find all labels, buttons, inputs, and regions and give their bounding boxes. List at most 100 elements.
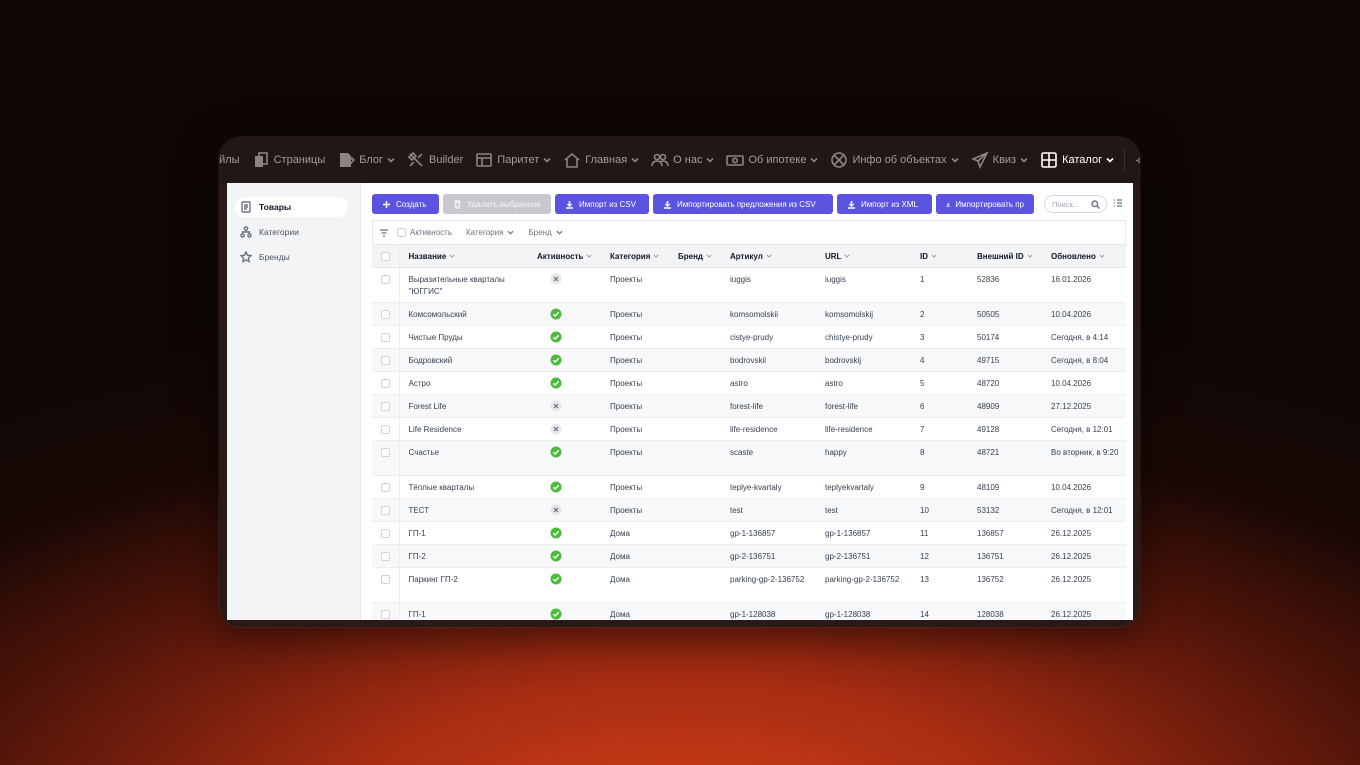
- sku-value: gp-1-136857: [730, 529, 776, 538]
- cell-updated: 10.04.2026: [1042, 302, 1126, 326]
- nav-item-catalog[interactable]: Каталог: [1034, 137, 1120, 183]
- nav-item-paritet[interactable]: Паритет: [469, 137, 557, 183]
- nav-item-builder[interactable]: Builder: [401, 137, 469, 183]
- cell-activity: [528, 498, 601, 522]
- import-offers-csv-button[interactable]: Импортировать предложения из CSV: [653, 194, 833, 214]
- table-row[interactable]: ГП-1 Дома gp-1-128038 gp-1-128038 14 128038 26…: [372, 602, 1126, 620]
- table-row[interactable]: Forest Life Проекты forest-life forest-life…: [372, 394, 1126, 418]
- cell-brand: [669, 475, 721, 499]
- column-header-updated[interactable]: Обновлено: [1042, 244, 1126, 268]
- cell-sku: komsomolskii: [721, 302, 816, 326]
- row-checkbox[interactable]: [381, 506, 390, 515]
- table-row[interactable]: Паркинг ГП-2 Дома parking-gp-2-136752 parki…: [372, 567, 1126, 603]
- table-row[interactable]: Выразительные кварталы "ЮГГИС" Проекты iug…: [372, 267, 1126, 303]
- inactive-x-icon: [550, 504, 562, 516]
- nav-item-home[interactable]: Главная: [557, 137, 645, 183]
- url-value: parking-gp-2-136752: [825, 575, 900, 584]
- list-view-icon[interactable]: [1113, 198, 1123, 208]
- table-row[interactable]: Бодровский Проекты bodrovskii bodrovskij 4 49…: [372, 348, 1126, 372]
- table-row[interactable]: ТЕСТ Проекты test test 10 53132 Сегодня, в 12:…: [372, 498, 1126, 522]
- column-header-name[interactable]: Название: [399, 244, 528, 268]
- column-header-url[interactable]: URL: [816, 244, 911, 268]
- row-checkbox[interactable]: [381, 425, 390, 434]
- nav-label: Блог: [359, 154, 384, 166]
- cell-name: Астро: [399, 371, 528, 395]
- button-label: Импорт из XML: [861, 199, 918, 209]
- table-row[interactable]: Комсомольский Проекты komsomolskii komsomol…: [372, 302, 1126, 326]
- column-header-brand[interactable]: Бренд: [669, 244, 721, 268]
- row-checkbox[interactable]: [381, 379, 390, 388]
- updated-value: 10.04.2026: [1051, 379, 1092, 388]
- import-csv-button[interactable]: Импорт из CSV: [555, 194, 649, 214]
- row-checkbox[interactable]: [381, 356, 390, 365]
- row-checkbox[interactable]: [381, 275, 390, 284]
- filter-icon[interactable]: [379, 228, 389, 238]
- brand-filter-dropdown[interactable]: Бренд: [528, 228, 563, 237]
- inactive-x-icon: [550, 423, 562, 435]
- row-checkbox[interactable]: [381, 529, 390, 538]
- sidebar-item-label: Бренды: [259, 252, 290, 262]
- table-body: Выразительные кварталы "ЮГГИС" Проекты iug…: [372, 267, 1126, 620]
- row-checkbox[interactable]: [381, 402, 390, 411]
- cell-sku: gp-1-136857: [721, 521, 816, 545]
- nav-item-about[interactable]: О нас: [645, 137, 720, 183]
- row-checkbox[interactable]: [381, 610, 390, 619]
- chevron-down-icon: [586, 254, 593, 259]
- external-id-value: 136857: [977, 529, 1004, 538]
- table-row[interactable]: Чистые Пруды Проекты cistye-prudy chistye-p…: [372, 325, 1126, 349]
- cell-brand: [669, 325, 721, 349]
- active-check-icon: [550, 550, 562, 562]
- row-checkbox[interactable]: [381, 552, 390, 561]
- row-checkbox[interactable]: [381, 448, 390, 457]
- target-button[interactable]: [1129, 137, 1140, 183]
- cell-activity: [528, 302, 601, 326]
- cell-category: Проекты: [601, 348, 669, 372]
- table-row[interactable]: ГП-2 Дома gp-2-136751 gp-2-136751 12 136751 26…: [372, 544, 1126, 568]
- table-row[interactable]: Life Residence Проекты life-residence life-…: [372, 417, 1126, 441]
- import-xml-button[interactable]: Импорт из XML: [837, 194, 932, 214]
- nav-item-files[interactable]: айлы: [219, 137, 246, 183]
- sidebar-item-categories[interactable]: Категории: [235, 222, 348, 242]
- nav-item-pages[interactable]: Страницы: [246, 137, 332, 183]
- sidebar-item-products[interactable]: Товары: [235, 197, 348, 217]
- select-all-checkbox[interactable]: [381, 252, 390, 261]
- table-row[interactable]: ГП-1 Дома gp-1-136857 gp-1-136857 11 136857 26…: [372, 521, 1126, 545]
- search-input[interactable]: Поиск...: [1044, 195, 1107, 213]
- sidebar-item-brands[interactable]: Бренды: [235, 247, 348, 267]
- updated-value: Сегодня, в 12:01: [1051, 425, 1113, 434]
- nav-item-objects-info[interactable]: Инфо об объектах: [824, 137, 964, 183]
- delete-selected-button[interactable]: Удалить выбранное: [443, 194, 551, 214]
- row-checkbox[interactable]: [381, 310, 390, 319]
- column-header-activity[interactable]: Активность: [528, 244, 601, 268]
- sku-value: life-residence: [730, 425, 778, 434]
- column-header-external-id[interactable]: Внешний ID: [968, 244, 1042, 268]
- cell-sku: gp-1-128038: [721, 602, 816, 620]
- table-row[interactable]: Астро Проекты astro astro 5 48720 10.04.2026: [372, 371, 1126, 395]
- table-row[interactable]: Счастье Проекты scaste happy 8 48721 Во вторни…: [372, 440, 1126, 476]
- row-checkbox[interactable]: [381, 333, 390, 342]
- cell-sku: iuggis: [721, 267, 816, 303]
- external-id-value: 136751: [977, 552, 1004, 561]
- nav-item-quiz[interactable]: Квиз: [965, 137, 1034, 183]
- import-more-button[interactable]: Импортировать пр: [936, 194, 1034, 214]
- row-checkbox[interactable]: [381, 483, 390, 492]
- category-filter-dropdown[interactable]: Категория: [466, 228, 514, 237]
- cell-sku: parking-gp-2-136752: [721, 567, 816, 603]
- row-checkbox[interactable]: [381, 575, 390, 584]
- column-header-category[interactable]: Категория: [601, 244, 669, 268]
- activity-filter-checkbox[interactable]: [397, 228, 406, 237]
- updated-value: 16.01.2026: [1051, 275, 1092, 284]
- table-row[interactable]: Тёплые кварталы Проекты teplye-kvartaly tep…: [372, 475, 1126, 499]
- column-header-id[interactable]: ID: [911, 244, 968, 268]
- nav-label: Об ипотеке: [748, 154, 807, 166]
- inactive-x-icon: [550, 400, 562, 412]
- cell-id: 9: [911, 475, 968, 499]
- create-button[interactable]: Создать: [372, 194, 439, 214]
- id-value: 5: [920, 379, 925, 388]
- cell-url: happy: [816, 440, 911, 476]
- column-header-sku[interactable]: Артикул: [721, 244, 816, 268]
- nav-item-mortgage[interactable]: Об ипотеке: [720, 137, 824, 183]
- button-label: Импортировать предложения из CSV: [677, 199, 816, 209]
- cell-updated: 26.12.2025: [1042, 567, 1126, 603]
- nav-item-blog[interactable]: Блог: [331, 137, 401, 183]
